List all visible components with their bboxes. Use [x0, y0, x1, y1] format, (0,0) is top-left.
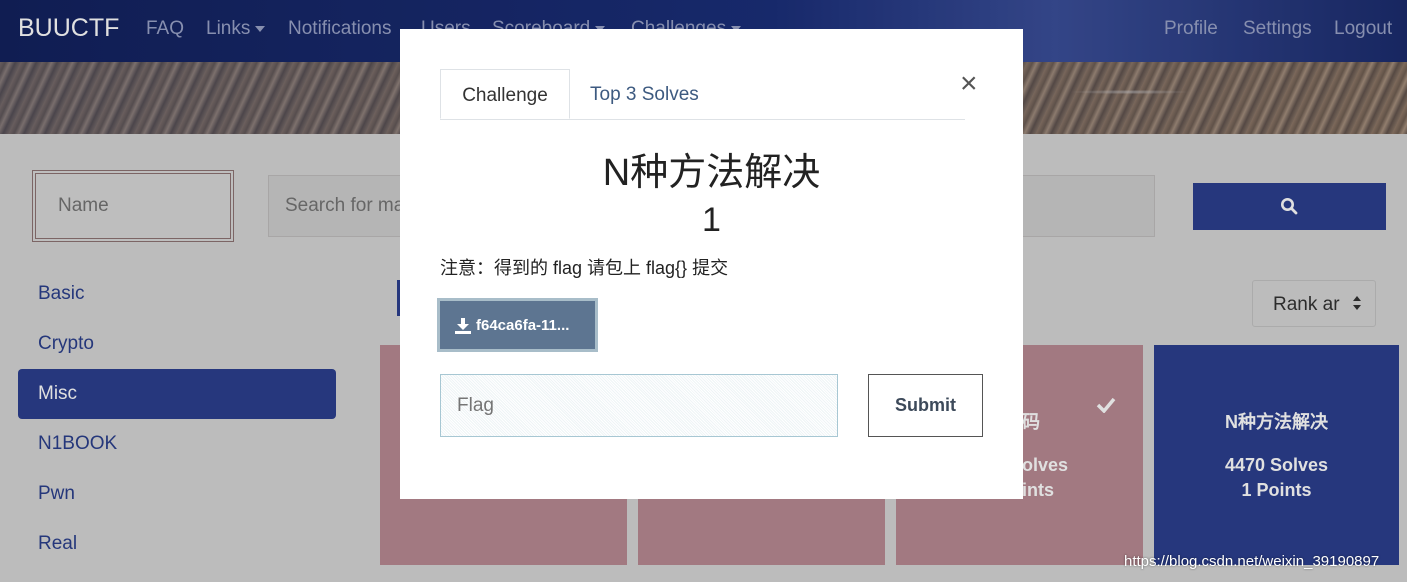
challenge-title: N种方法解决 — [602, 152, 821, 194]
tab-top-solves[interactable]: Top 3 Solves — [590, 69, 699, 119]
flag-field — [440, 374, 838, 437]
tab-challenge[interactable]: Challenge — [440, 69, 570, 119]
file-name: f64ca6fa-11... — [476, 317, 570, 334]
submit-button[interactable]: Submit — [868, 374, 983, 437]
flag-input[interactable] — [441, 375, 837, 436]
download-icon — [455, 318, 471, 334]
watermark: https://blog.csdn.net/weixin_39190897 — [1124, 553, 1380, 570]
modal-tabs: Challenge Top 3 Solves — [440, 69, 965, 120]
file-download-button[interactable]: f64ca6fa-11... — [437, 298, 598, 352]
challenge-description: 注意：得到的 flag 请包上 flag{} 提交 — [440, 258, 729, 278]
close-icon[interactable]: × — [960, 69, 978, 99]
challenge-value: 1 — [702, 201, 721, 239]
challenge-modal: Challenge Top 3 Solves × N种方法解决 1 注意：得到的… — [400, 29, 1023, 499]
